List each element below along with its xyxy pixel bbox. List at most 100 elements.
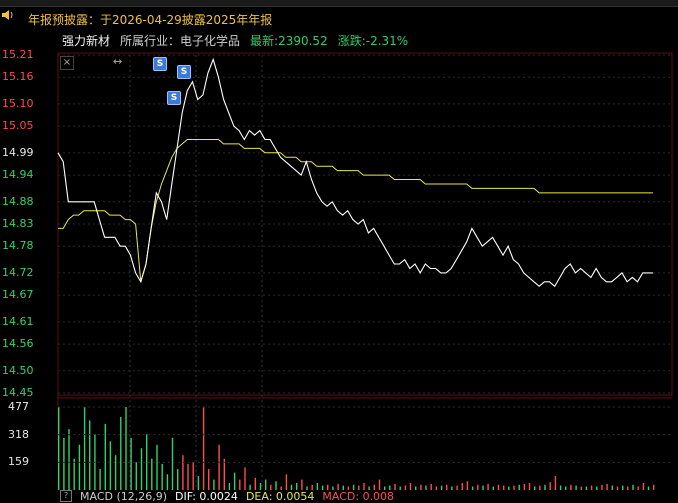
volume-bar — [596, 486, 598, 490]
signal-mark[interactable]: S — [153, 57, 167, 71]
volume-bar — [590, 485, 593, 490]
volume-bar — [146, 434, 148, 490]
volume-bar — [554, 476, 557, 490]
volume-bar — [513, 485, 515, 490]
volume-bar — [254, 477, 256, 490]
volume-bar — [653, 484, 655, 490]
price-tick-label: 14.72 — [2, 265, 34, 279]
volume-bar — [187, 463, 189, 490]
price-tick-label: 15.21 — [2, 48, 34, 61]
volume-bar — [156, 444, 158, 490]
price-tick-label: 14.50 — [2, 363, 34, 377]
volume-bar — [301, 479, 303, 490]
volume-bar — [89, 420, 91, 490]
price-tick-label: 14.67 — [2, 288, 34, 302]
volume-bar — [440, 485, 443, 490]
price-tick-label: 14.83 — [2, 217, 34, 230]
volume-bar — [570, 484, 572, 490]
average-price-line — [58, 139, 653, 282]
volume-bar — [456, 485, 458, 490]
volume-bar — [404, 485, 407, 490]
volume-bar — [627, 486, 629, 490]
volume-bar — [616, 486, 619, 490]
volume-bar — [218, 444, 220, 490]
volume-bar — [197, 476, 200, 490]
volume-bar — [451, 486, 453, 490]
volume-bar — [446, 484, 448, 490]
volume-bar — [466, 481, 469, 490]
volume-tick-label: 477 — [8, 400, 29, 413]
volume-bar — [182, 455, 184, 490]
price-tick-label: 14.94 — [2, 168, 34, 182]
price-tick-label: 15.05 — [2, 119, 34, 133]
volume-bar — [177, 469, 179, 490]
price-tick-label: 14.45 — [2, 386, 34, 399]
volume-bar — [285, 474, 288, 490]
volume-bar — [239, 479, 241, 490]
volume-bar — [378, 479, 381, 490]
volume-bar — [109, 441, 112, 490]
volume-bar — [544, 484, 546, 490]
volume-bar — [503, 485, 505, 490]
volume-bar — [435, 486, 438, 490]
volume-bar — [425, 485, 427, 490]
price-tick-label: 14.99 — [2, 145, 34, 159]
volume-bar — [244, 467, 246, 490]
volume-bar — [565, 486, 567, 490]
volume-bar — [549, 482, 551, 490]
macd-dea: DEA: 0.0054 — [245, 489, 315, 503]
volume-bar — [420, 484, 422, 490]
volume-bar — [265, 479, 267, 490]
volume-bar — [534, 486, 536, 490]
signal-mark[interactable]: S — [177, 65, 191, 79]
volume-bar — [575, 485, 577, 490]
volume-bar — [606, 483, 608, 490]
macd-dif: DIF: 0.0024 — [175, 489, 238, 503]
volume-bar — [632, 484, 634, 490]
volume-bar — [223, 458, 225, 490]
volume-tick-label: 318 — [8, 427, 29, 441]
volume-bar — [487, 483, 489, 490]
volume-bar — [461, 483, 463, 490]
volume-bar — [518, 484, 520, 490]
price-line — [57, 57, 653, 288]
price-tick-label: 15.10 — [2, 96, 34, 110]
volume-bar — [477, 484, 479, 490]
volume-bar — [415, 486, 417, 490]
volume-bar — [130, 437, 132, 490]
volume-bar — [125, 407, 127, 490]
volume-bar — [492, 486, 494, 490]
price-tick-label: 14.61 — [2, 314, 34, 328]
volume-bar — [482, 485, 484, 490]
volume-bar — [114, 455, 117, 490]
macd-value: MACD: 0.008 — [322, 489, 395, 503]
price-tick-label: 14.78 — [2, 239, 34, 253]
price-tick-label: 14.56 — [2, 337, 34, 351]
volume-bar — [497, 484, 500, 490]
volume-bar — [409, 483, 412, 490]
volume-bar — [151, 458, 153, 490]
volume-bar — [611, 485, 613, 490]
volume-bar — [135, 462, 137, 490]
volume-bar — [471, 486, 474, 490]
settings-icon[interactable]: ? — [60, 490, 72, 502]
volume-bar — [171, 437, 174, 490]
volume-bar — [637, 486, 639, 490]
volume-tick-label: 159 — [8, 455, 29, 469]
volume-bar — [99, 469, 101, 490]
volume-bar — [622, 485, 624, 490]
intraday-chart[interactable] — [0, 0, 678, 499]
macd-legend: ? MACD (12,26,9) DIF: 0.0024 DEA: 0.0054… — [60, 489, 402, 503]
volume-bar — [642, 483, 645, 490]
signal-mark[interactable]: S — [167, 91, 181, 105]
volume-bar — [559, 485, 562, 490]
volume-bar — [213, 479, 215, 490]
volume-bar — [233, 472, 236, 490]
volume-bar — [523, 483, 526, 490]
volume-bar — [539, 485, 541, 490]
volume-bar — [601, 484, 603, 490]
volume-bar — [63, 437, 65, 490]
volume-bar — [166, 474, 169, 490]
volume-bar — [316, 483, 319, 490]
volume-bar — [508, 486, 510, 490]
